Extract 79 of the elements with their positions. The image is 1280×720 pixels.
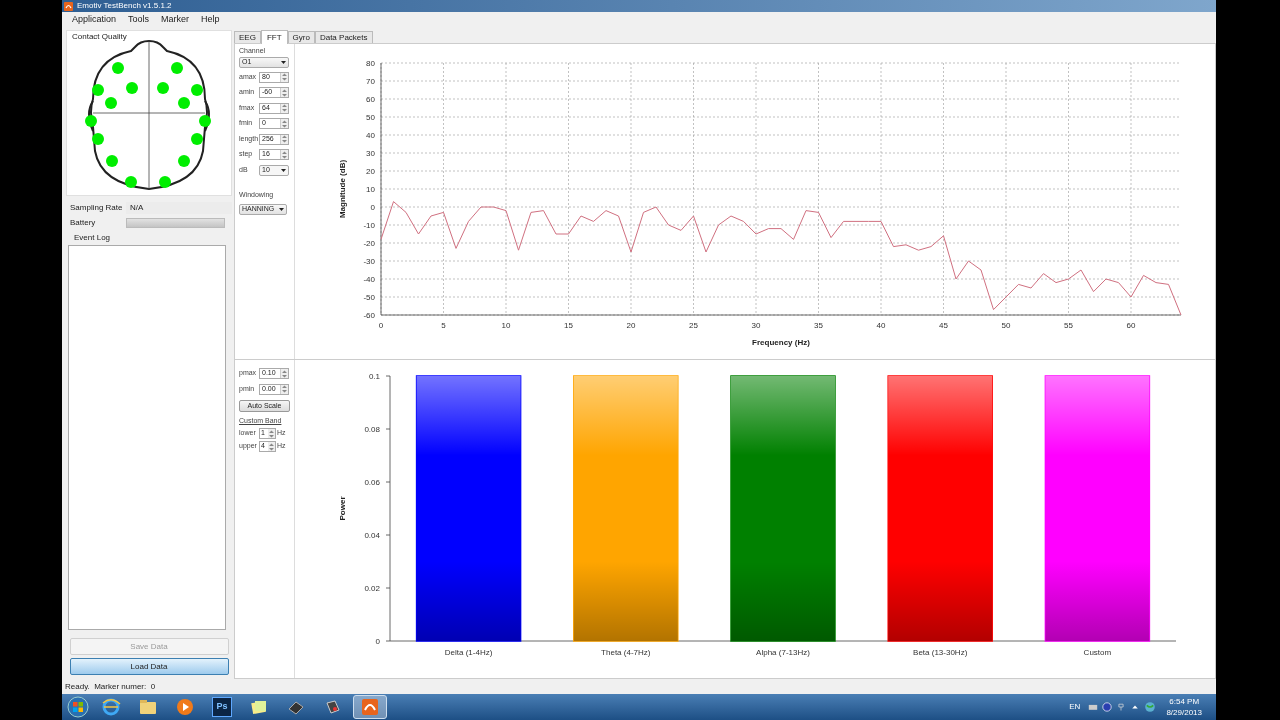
tick-label: 30: [751, 321, 761, 330]
tick-label: -20: [363, 239, 375, 248]
tab[interactable]: Data Packets: [314, 31, 373, 43]
tick-label: 0: [370, 203, 375, 212]
tick-label: 0: [375, 637, 380, 646]
tick-label: 30: [366, 149, 375, 158]
spin-arrows-icon: [280, 72, 288, 82]
spin-arrows-icon: [280, 134, 288, 144]
app-icon[interactable]: [353, 695, 387, 719]
tab[interactable]: FFT: [260, 30, 288, 44]
tick-label: 20: [366, 167, 375, 176]
tick-label: -40: [363, 275, 375, 284]
clock-time: 6:54 PM: [1169, 696, 1200, 707]
axis-title: Frequency (Hz): [752, 338, 810, 347]
clock[interactable]: 6:54 PM 8/29/2013: [1166, 696, 1202, 718]
menu-item[interactable]: Marker: [161, 12, 190, 27]
menu-item[interactable]: Help: [201, 12, 220, 27]
tick-label: 60: [1126, 321, 1136, 330]
spin-arrows-icon: [280, 384, 288, 394]
category-label: Beta (13-30Hz): [913, 648, 968, 657]
tick-label: 60: [366, 95, 375, 104]
axis-title: Power: [338, 496, 347, 521]
tick-label: -10: [363, 221, 375, 230]
photoshop-icon[interactable]: Ps: [212, 697, 232, 717]
tick-label: 35: [814, 321, 823, 330]
spin-arrows-icon: [280, 150, 288, 159]
tick-label: 70: [366, 77, 375, 86]
spin-arrows-icon: [268, 442, 275, 451]
spin-arrows-icon: [280, 119, 288, 128]
tick-label: 0.02: [364, 584, 380, 593]
status-text: Ready. Marker numer: 0: [65, 681, 156, 693]
tick-label: 55: [1064, 321, 1073, 330]
tick-label: 0: [378, 321, 384, 330]
tick-label: 0.06: [364, 478, 380, 487]
tab[interactable]: Gyro: [287, 31, 315, 43]
panel-title: Contact Quality: [72, 31, 127, 43]
menu-item[interactable]: Tools: [128, 12, 150, 27]
start-button[interactable]: [65, 694, 91, 720]
action-button[interactable]: Load Data: [69, 658, 229, 675]
dropdown-arrow-icon: [279, 207, 284, 211]
sampling-rate-value: N/A: [126, 202, 232, 214]
tick-label: -60: [363, 311, 375, 320]
app-icon: [64, 1, 73, 11]
tick-label: -30: [363, 257, 375, 266]
tick-label: 45: [939, 321, 948, 330]
dropdown-arrow-icon: [281, 168, 286, 172]
tick-label: 25: [689, 321, 698, 330]
tick-label: -50: [363, 293, 375, 302]
tick-label: 40: [876, 321, 886, 330]
category-label: Theta (4-7Hz): [601, 648, 651, 657]
category-label: Delta (1-4Hz): [444, 648, 493, 657]
tick-label: 80: [366, 59, 375, 68]
panel-title: Event Log: [73, 232, 112, 244]
menu-item[interactable]: Application: [72, 12, 117, 27]
field-label: Sampling Rate: [69, 202, 124, 214]
clock-date: 8/29/2013: [1166, 707, 1202, 718]
spin-arrows-icon: [280, 369, 288, 378]
dropdown-arrow-icon: [281, 60, 286, 64]
window-title: Emotiv TestBench v1.5.1.2: [77, 2, 172, 10]
axis-title: Magnitude (dB): [338, 159, 347, 219]
spin-arrows-icon: [268, 429, 275, 438]
tick-label: 10: [501, 321, 511, 330]
tick-label: 0.08: [364, 425, 380, 434]
tick-label: 50: [1001, 321, 1011, 330]
tick-label: 20: [626, 321, 636, 330]
tick-label: 0.04: [364, 531, 380, 540]
tick-label: 10: [366, 185, 375, 194]
tick-label: 0.1: [368, 372, 380, 381]
tick-label: 5: [441, 321, 446, 330]
category-label: Custom: [1083, 648, 1112, 657]
category-label: Alpha (7-13Hz): [756, 648, 810, 657]
tab[interactable]: EEG: [234, 31, 261, 43]
language-indicator[interactable]: EN: [1069, 701, 1081, 713]
tick-label: 40: [366, 131, 375, 140]
tick-label: 15: [564, 321, 573, 330]
field-label: Battery: [69, 217, 97, 229]
tick-label: 50: [366, 113, 375, 122]
spin-arrows-icon: [280, 103, 288, 113]
spin-arrows-icon: [280, 88, 288, 97]
